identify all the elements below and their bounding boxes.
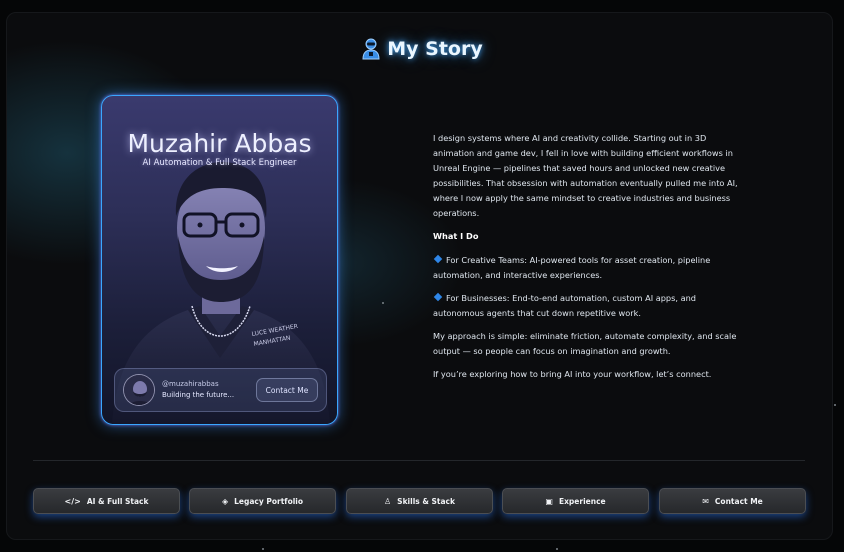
nav-label: Legacy Portfolio — [234, 496, 304, 506]
story-intro: I design systems where AI and creativity… — [433, 133, 738, 218]
sparkle-dot — [382, 302, 384, 304]
avatar — [123, 374, 155, 406]
profile-name: Muzahir Abbas — [127, 129, 312, 158]
profile-mini-bar: @muzahirabbas Building the future... Con… — [114, 368, 327, 412]
story-closing: If you’re exploring how to bring AI into… — [433, 369, 712, 379]
story-approach: My approach is simple: eliminate frictio… — [433, 331, 737, 356]
cube-icon: ◈ — [221, 496, 229, 506]
profile-role: AI Automation & Full Stack Engineer — [142, 158, 297, 168]
story-text: I design systems where AI and creativity… — [433, 131, 747, 390]
avatar-image — [124, 375, 154, 405]
section-header: My Story — [0, 38, 844, 60]
diamond-bullet-icon — [433, 292, 443, 302]
nav-label: Experience — [558, 496, 606, 506]
profile-card: LUCE WEATHER MANHATTAN Muzahir Abbas AI … — [101, 95, 338, 425]
page-title: My Story — [387, 38, 483, 60]
nav-legacy-portfolio-button[interactable]: ◈ Legacy Portfolio — [189, 488, 336, 514]
bullet-text: For Creative Teams: AI-powered tools for… — [433, 255, 711, 280]
what-i-do-heading: What I Do — [433, 231, 479, 241]
nav-label: Contact Me — [714, 496, 763, 506]
nav-ai-full-stack-button[interactable]: </> AI & Full Stack — [33, 488, 180, 514]
profile-status: Building the future... — [162, 391, 235, 399]
user-story-icon — [362, 38, 380, 60]
profile-handle: @muzahirabbas — [162, 380, 219, 388]
nav-experience-button[interactable]: ▣ Experience — [502, 488, 649, 514]
nav-label: AI & Full Stack — [86, 496, 149, 506]
nav-contact-me-button[interactable]: ✉ Contact Me — [659, 488, 806, 514]
nav-skills-stack-button[interactable]: ♙ Skills & Stack — [346, 488, 493, 514]
nav-label: Skills & Stack — [397, 496, 455, 506]
divider — [33, 460, 805, 461]
bullet-text: For Businesses: End-to-end automation, c… — [433, 293, 696, 318]
briefcase-icon: ▣ — [545, 496, 553, 506]
sparkle-dot — [556, 548, 558, 550]
card-contact-button[interactable]: Contact Me — [256, 378, 318, 402]
envelope-icon: ✉ — [702, 496, 709, 506]
code-icon: </> — [64, 496, 81, 506]
diamond-bullet-icon — [433, 254, 443, 264]
bullet-business: For Businesses: End-to-end automation, c… — [433, 291, 747, 321]
award-icon: ♙ — [384, 496, 392, 506]
sparkle-dot — [262, 548, 264, 550]
sparkle-dot — [834, 404, 836, 406]
bullet-creative: For Creative Teams: AI-powered tools for… — [433, 253, 747, 283]
